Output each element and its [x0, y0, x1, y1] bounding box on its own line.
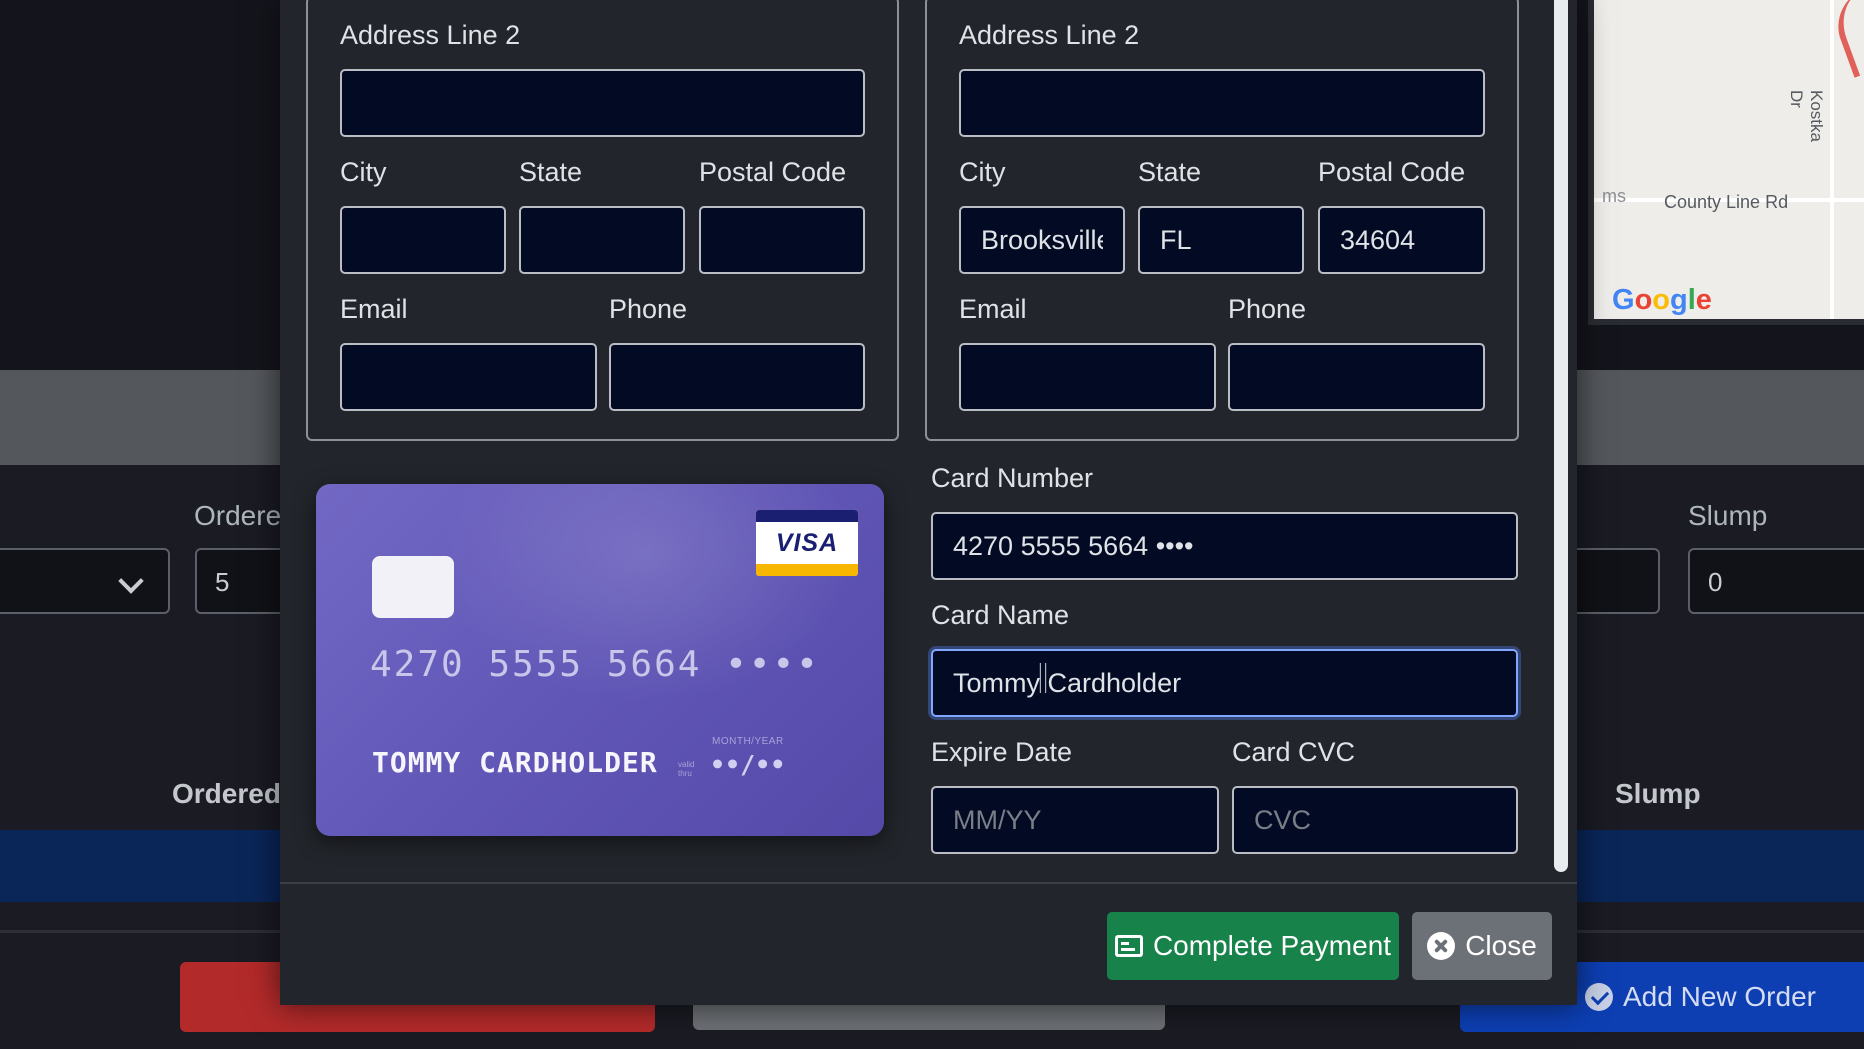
shipping-city-label: City — [959, 157, 1006, 187]
visa-logo-icon: VISA — [756, 510, 858, 576]
shipping-city-input[interactable] — [959, 206, 1125, 274]
billing-state-input[interactable] — [519, 206, 685, 274]
expire-date-label: Expire Date — [931, 737, 1073, 767]
card-cvc-label: Card CVC — [1232, 737, 1356, 767]
modal-footer-divider — [280, 882, 1577, 884]
card-preview-name: TOMMY CARDHOLDER — [372, 746, 658, 779]
close-label: Close — [1465, 930, 1537, 961]
modal-scrollbar[interactable] — [1554, 0, 1568, 872]
card-name-input[interactable] — [931, 649, 1518, 717]
map-side-label: ms — [1602, 186, 1626, 206]
background-select[interactable] — [0, 548, 170, 614]
card-name-label: Card Name — [931, 600, 1070, 630]
complete-payment-button[interactable]: Complete Payment — [1107, 912, 1399, 980]
map-road-label: County Line Rd — [1664, 192, 1789, 212]
slump-label: Slump — [1688, 500, 1768, 531]
complete-payment-label: Complete Payment — [1152, 930, 1392, 961]
shipping-postal-code-label: Postal Code — [1318, 157, 1466, 187]
billing-address-line2-label: Address Line 2 — [340, 20, 521, 50]
shipping-phone-label: Phone — [1228, 294, 1307, 324]
slump-input[interactable]: 0 — [1688, 548, 1864, 614]
billing-phone-label: Phone — [609, 294, 688, 324]
close-button[interactable]: Close — [1412, 912, 1552, 980]
shipping-address-line2-input[interactable] — [959, 69, 1485, 137]
billing-postal-code-input[interactable] — [699, 206, 865, 274]
card-preview-valid-thru: valid thru — [678, 760, 695, 778]
card-preview-expiry-caption: MONTH/YEAR — [712, 736, 784, 747]
text-cursor-icon — [1039, 663, 1047, 693]
shipping-phone-input[interactable] — [1228, 343, 1485, 411]
billing-postal-code-label: Postal Code — [699, 157, 847, 187]
billing-email-input[interactable] — [340, 343, 597, 411]
card-cvc-input[interactable] — [1232, 786, 1518, 854]
card-preview-number: 4270 5555 5664 •••• — [370, 644, 820, 685]
expire-date-input[interactable] — [931, 786, 1219, 854]
map-vertical-label: Kostka Dr — [1787, 90, 1826, 142]
shipping-state-input[interactable] — [1138, 206, 1304, 274]
add-new-order-label: Add New Order — [1623, 981, 1816, 1012]
card-preview-expiry: ••/•• — [710, 750, 786, 779]
google-logo: Google — [1612, 284, 1712, 316]
slump-column-header: Slump — [1615, 778, 1701, 809]
shipping-email-label: Email — [959, 294, 1027, 324]
billing-email-label: Email — [340, 294, 408, 324]
card-chip-icon — [372, 556, 454, 618]
billing-city-label: City — [340, 157, 387, 187]
ordered-column-header: Ordered — [172, 778, 281, 809]
credit-card-preview: VISA 4270 5555 5664 •••• TOMMY CARDHOLDE… — [316, 484, 884, 836]
close-circle-icon — [1427, 932, 1456, 960]
shipping-address-line2-label: Address Line 2 — [959, 20, 1140, 50]
ordered-label: Ordere — [194, 500, 282, 531]
shipping-postal-code-input[interactable] — [1318, 206, 1485, 274]
credit-card-icon — [1114, 935, 1143, 957]
shipping-email-input[interactable] — [959, 343, 1216, 411]
billing-address-line2-input[interactable] — [340, 69, 865, 137]
check-circle-icon — [1585, 983, 1613, 1011]
billing-city-input[interactable] — [340, 206, 506, 274]
card-number-input[interactable] — [931, 512, 1518, 580]
shipping-state-label: State — [1138, 157, 1202, 187]
map-road-vertical — [1830, 0, 1834, 319]
card-number-label: Card Number — [931, 463, 1094, 493]
billing-state-label: State — [519, 157, 583, 187]
map-widget[interactable]: ms County Line Rd Kostka Dr Google — [1588, 0, 1864, 325]
billing-phone-input[interactable] — [609, 343, 865, 411]
